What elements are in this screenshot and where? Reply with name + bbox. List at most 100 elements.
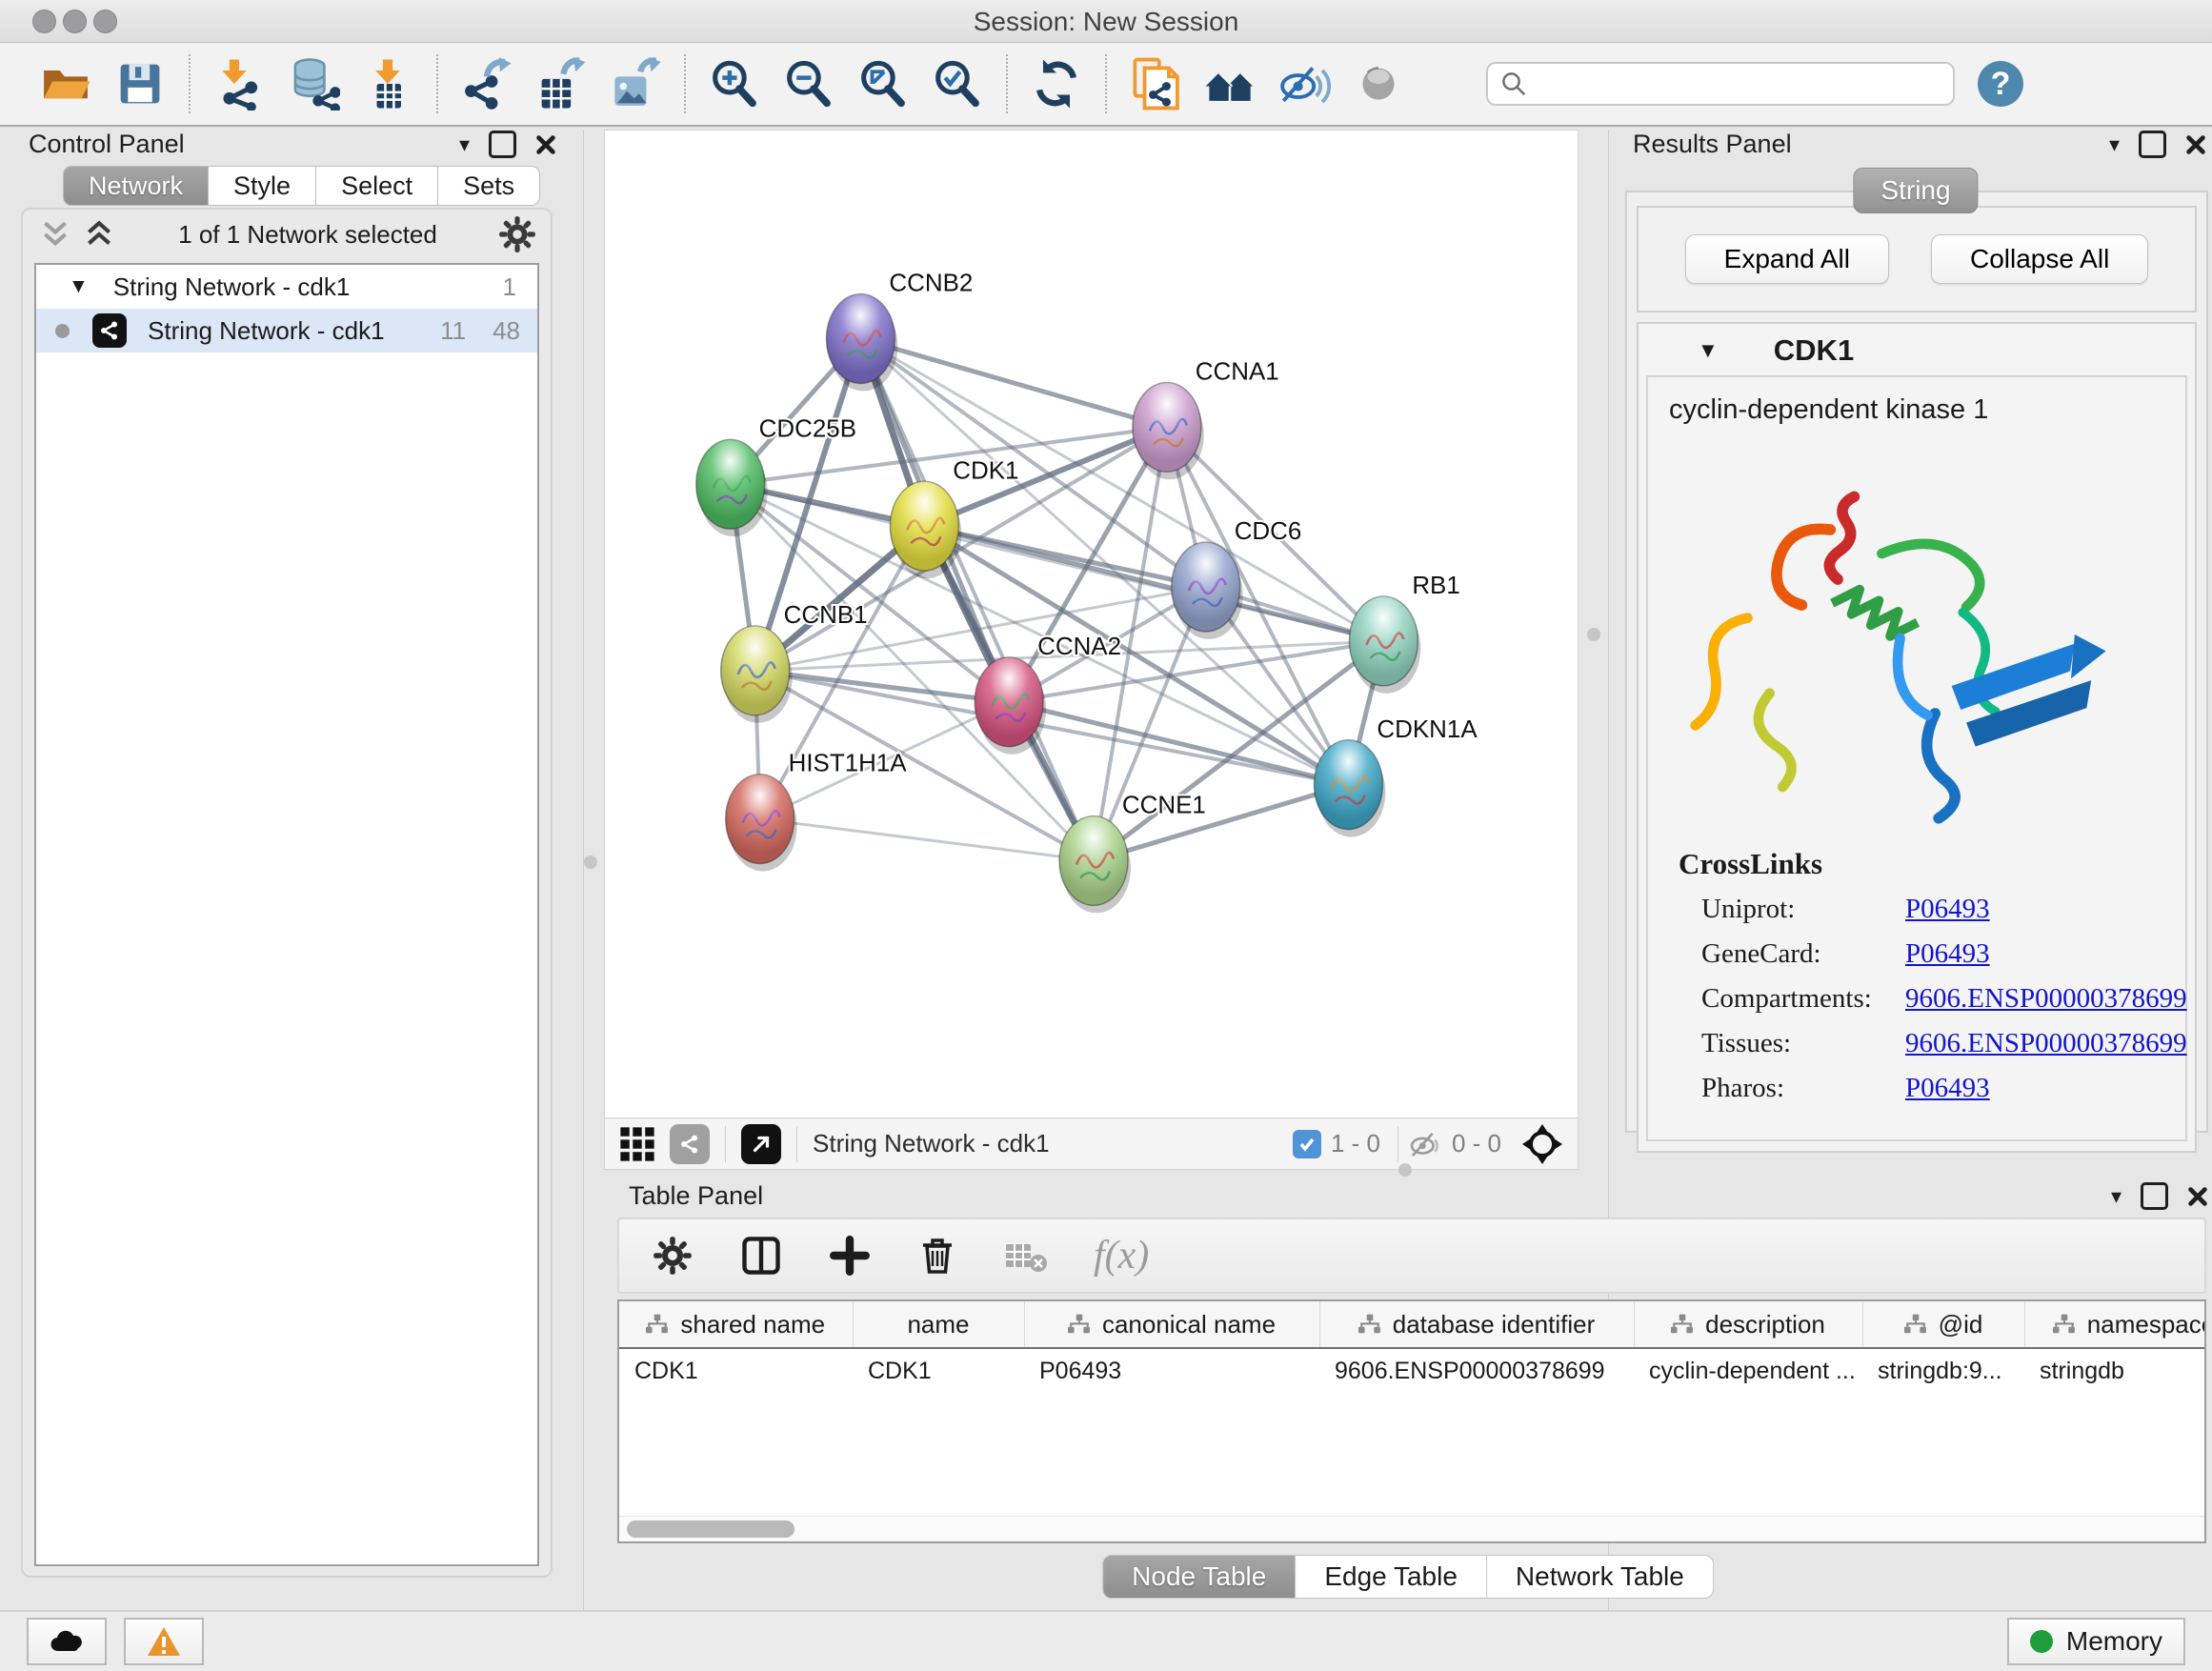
string-results-scroll[interactable]: Expand All Collapse All ▼ CDK1 cyclin-de… bbox=[1625, 191, 2208, 1133]
open-session-button[interactable] bbox=[29, 49, 103, 119]
network-edge[interactable] bbox=[755, 671, 1009, 702]
grid-view-icon[interactable] bbox=[618, 1125, 656, 1163]
crosslink-link[interactable]: 9606.ENSP00000378699 bbox=[1905, 1028, 2187, 1059]
add-column-plus-icon[interactable] bbox=[829, 1235, 871, 1277]
tab-style[interactable]: Style bbox=[209, 166, 316, 206]
network-node[interactable]: HIST1H1A bbox=[726, 751, 908, 872]
help-button[interactable]: ? bbox=[1978, 61, 2023, 107]
tab-node-table[interactable]: Node Table bbox=[1102, 1555, 1296, 1599]
crosslink-link[interactable]: 9606.ENSP00000378699 bbox=[1905, 983, 2187, 1015]
divider-grip[interactable] bbox=[1398, 1163, 1412, 1177]
zoom-fit-button[interactable] bbox=[846, 49, 920, 119]
column-header[interactable]: namespace bbox=[2024, 1301, 2206, 1348]
search-input[interactable] bbox=[1528, 69, 1941, 100]
import-network-file-button[interactable] bbox=[202, 49, 276, 119]
tab-edge-table[interactable]: Edge Table bbox=[1296, 1555, 1487, 1599]
network-collection-row[interactable]: ▼ String Network - cdk1 1 bbox=[36, 265, 537, 309]
cloud-button[interactable] bbox=[27, 1618, 107, 1665]
cell-name[interactable]: CDK1 bbox=[853, 1348, 1024, 1393]
close-panel-icon[interactable] bbox=[2185, 1184, 2210, 1209]
search-field[interactable] bbox=[1486, 62, 1955, 106]
network-node[interactable]: CCNE1 bbox=[1059, 793, 1206, 914]
column-header[interactable]: description bbox=[1634, 1301, 1862, 1348]
node-table[interactable]: shared name name canonical name database… bbox=[617, 1299, 2206, 1543]
tab-network-table[interactable]: Network Table bbox=[1487, 1555, 1714, 1599]
export-image-button[interactable] bbox=[598, 49, 673, 119]
selected-checkbox[interactable] bbox=[1293, 1130, 1321, 1158]
divider-grip[interactable] bbox=[584, 856, 597, 869]
hidden-eye-icon[interactable] bbox=[1406, 1126, 1442, 1162]
show-columns-icon[interactable] bbox=[739, 1234, 783, 1278]
import-network-database-button[interactable] bbox=[276, 49, 351, 119]
network-edge[interactable] bbox=[860, 339, 1094, 861]
tab-sets[interactable]: Sets bbox=[438, 166, 540, 206]
detach-view-button[interactable] bbox=[741, 1124, 781, 1164]
export-table-button[interactable] bbox=[524, 49, 598, 119]
delete-column-trash-icon[interactable] bbox=[916, 1235, 958, 1277]
gene-section-header[interactable]: ▼ CDK1 bbox=[1639, 324, 2195, 375]
apply-layout-button[interactable] bbox=[1019, 49, 1094, 119]
network-edge[interactable] bbox=[860, 339, 1166, 428]
network-node[interactable]: CDKN1A bbox=[1315, 716, 1478, 837]
crosslink-link[interactable]: P06493 bbox=[1905, 894, 1990, 925]
panel-menu-icon[interactable]: ▾ bbox=[2111, 1184, 2122, 1209]
cell-namespace[interactable]: stringdb bbox=[2024, 1348, 2206, 1393]
expand-all-button[interactable]: Expand All bbox=[1685, 234, 1889, 284]
column-header[interactable]: name bbox=[853, 1301, 1024, 1348]
function-builder-icon[interactable]: f(x) bbox=[1094, 1233, 1149, 1278]
network-edge[interactable] bbox=[760, 819, 1094, 861]
divider-grip[interactable] bbox=[1587, 628, 1600, 641]
table-row[interactable]: CDK1 CDK1 P06493 9606.ENSP00000378699 cy… bbox=[619, 1348, 2206, 1393]
network-view[interactable]: CCNB2CCNA1CDC25BCDK1CDC6RB1CCNB1CCNA2CDK… bbox=[604, 130, 1579, 1170]
string-results-tab[interactable]: String bbox=[1853, 168, 1978, 213]
zoom-selected-button[interactable] bbox=[920, 49, 995, 119]
collapse-all-button[interactable]: Collapse All bbox=[1931, 234, 2148, 284]
memory-button[interactable]: Memory bbox=[2007, 1618, 2185, 1665]
collection-expand-icon[interactable]: ▼ bbox=[69, 275, 89, 298]
table-settings-gear-icon[interactable] bbox=[652, 1235, 694, 1277]
gear-icon[interactable] bbox=[497, 214, 537, 254]
collapse-all-icon[interactable] bbox=[36, 215, 74, 253]
column-header[interactable]: canonical name bbox=[1024, 1301, 1319, 1348]
cell-canonical-name[interactable]: P06493 bbox=[1024, 1348, 1319, 1393]
network-canvas[interactable]: CCNB2CCNA1CDC25BCDK1CDC6RB1CCNB1CCNA2CDK… bbox=[605, 131, 1578, 1118]
section-collapse-icon[interactable]: ▼ bbox=[1698, 338, 1719, 363]
network-node[interactable]: CCNA1 bbox=[1133, 359, 1279, 480]
cell-description[interactable]: cyclin-dependent ... bbox=[1634, 1348, 1862, 1393]
fit-crosshair-icon[interactable] bbox=[1520, 1122, 1564, 1166]
panel-menu-icon[interactable]: ▾ bbox=[2109, 132, 2120, 157]
hide-glass-balls-button[interactable] bbox=[1267, 49, 1341, 119]
warnings-button[interactable] bbox=[124, 1618, 204, 1665]
crosslink-link[interactable]: P06493 bbox=[1905, 1073, 1990, 1104]
tab-select[interactable]: Select bbox=[316, 166, 438, 206]
zoom-out-button[interactable] bbox=[772, 49, 846, 119]
network-view-toggle[interactable] bbox=[670, 1124, 710, 1164]
horizontal-scrollbar[interactable] bbox=[619, 1516, 2204, 1541]
crosslink-link[interactable]: P06493 bbox=[1905, 938, 1990, 970]
zoom-in-button[interactable] bbox=[697, 49, 772, 119]
cell-shared-name[interactable]: CDK1 bbox=[619, 1348, 853, 1393]
expand-all-icon[interactable] bbox=[80, 215, 118, 253]
float-panel-icon[interactable] bbox=[489, 131, 516, 158]
cell-id[interactable]: stringdb:9... bbox=[1862, 1348, 2024, 1393]
panel-menu-icon[interactable]: ▾ bbox=[459, 132, 470, 157]
scrollbar-thumb[interactable] bbox=[627, 1520, 794, 1538]
network-node[interactable]: CDC6 bbox=[1172, 518, 1301, 639]
string-home-button[interactable] bbox=[1193, 49, 1267, 119]
column-header[interactable]: database identifier bbox=[1319, 1301, 1634, 1348]
show-glass-balls-button[interactable] bbox=[1341, 49, 1416, 119]
import-table-file-button[interactable] bbox=[351, 49, 425, 119]
float-panel-icon[interactable] bbox=[2139, 131, 2166, 158]
tab-network[interactable]: Network bbox=[63, 166, 209, 206]
delete-table-icon[interactable] bbox=[1004, 1237, 1048, 1275]
float-panel-icon[interactable] bbox=[2141, 1182, 2168, 1210]
close-panel-icon[interactable] bbox=[2183, 132, 2208, 157]
column-header[interactable]: shared name bbox=[619, 1301, 853, 1348]
network-node[interactable]: RB1 bbox=[1349, 573, 1459, 694]
panel-divider[interactable] bbox=[583, 130, 584, 1612]
column-header[interactable]: @id bbox=[1862, 1301, 2024, 1348]
network-row-selected[interactable]: String Network - cdk1 11 48 bbox=[36, 309, 537, 352]
close-panel-icon[interactable] bbox=[533, 132, 558, 157]
string-protein-query-button[interactable] bbox=[1118, 49, 1193, 119]
cell-database-identifier[interactable]: 9606.ENSP00000378699 bbox=[1319, 1348, 1634, 1393]
